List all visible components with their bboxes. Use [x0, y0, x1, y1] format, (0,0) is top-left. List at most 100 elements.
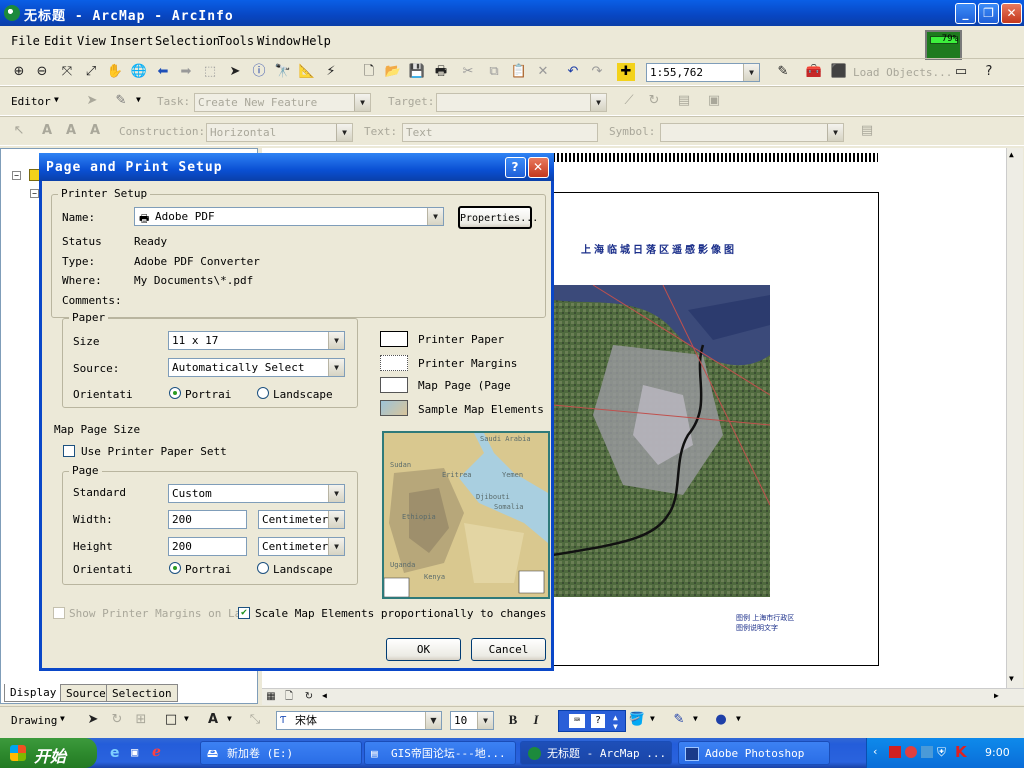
- width-unit-dropdown[interactable]: Centimeters ▼: [258, 510, 345, 529]
- height-unit-dropdown[interactable]: Centimeters ▼: [258, 537, 345, 556]
- cancel-button[interactable]: Cancel: [471, 638, 546, 661]
- rectangle-tool-icon[interactable]: □: [162, 711, 180, 729]
- edit-vertices-icon[interactable]: ⤡: [246, 711, 264, 729]
- line-color-icon[interactable]: ✎: [670, 711, 688, 729]
- attributes-icon[interactable]: ▤: [675, 92, 693, 110]
- menu-view[interactable]: View: [77, 34, 106, 48]
- dialog-close-button[interactable]: ✕: [528, 157, 549, 178]
- arctoolbox-icon[interactable]: 🧰: [805, 63, 823, 81]
- desktop-icon[interactable]: ▣: [131, 745, 138, 759]
- rotate-tool-icon[interactable]: ↻: [645, 92, 663, 110]
- chevron-down-icon[interactable]: ▼: [328, 359, 344, 376]
- chevron-down-icon[interactable]: ▼: [328, 511, 344, 528]
- font-dropdown[interactable]: Ƭ 宋体 ▼: [276, 711, 442, 730]
- bold-button[interactable]: B: [504, 711, 522, 729]
- ok-button[interactable]: OK: [386, 638, 461, 661]
- chevron-down-icon[interactable]: ▼: [590, 94, 606, 111]
- ime-help-icon[interactable]: ?: [591, 714, 605, 728]
- paper-size-dropdown[interactable]: 11 x 17 ▼: [168, 331, 345, 350]
- standard-dropdown[interactable]: Custom ▼: [168, 484, 345, 503]
- sketch-pencil-icon[interactable]: ✎: [112, 92, 130, 110]
- zoom-out-icon[interactable]: ⊖: [33, 63, 51, 81]
- properties-button[interactable]: Properties...: [458, 206, 538, 229]
- add-data-icon[interactable]: ✚: [617, 63, 635, 81]
- menu-window[interactable]: Window: [257, 34, 300, 48]
- horizontal-text-icon[interactable]: A: [38, 122, 56, 140]
- taskbar-item-forum[interactable]: ▤ GIS帝国论坛---地...: [364, 741, 516, 765]
- map-scale-box[interactable]: 1:55,762 ▼: [646, 63, 760, 82]
- ie-icon[interactable]: e: [110, 745, 120, 761]
- pan-hand-icon[interactable]: ✋: [106, 63, 124, 81]
- refresh-icon[interactable]: ↻: [300, 688, 318, 706]
- tray-icon-1[interactable]: [889, 746, 901, 758]
- keyboard-icon[interactable]: ⌨: [569, 714, 585, 728]
- find-binoculars-icon[interactable]: 🔭: [274, 63, 292, 81]
- undo-icon[interactable]: ↶: [564, 63, 582, 81]
- chevron-down-icon[interactable]: ▼: [827, 124, 843, 141]
- scroll-right-icon[interactable]: ▶: [994, 691, 999, 700]
- text-tool-icon[interactable]: A: [204, 711, 222, 729]
- save-icon[interactable]: 💾: [408, 63, 426, 81]
- italic-button[interactable]: I: [527, 711, 545, 729]
- scale-map-elements-checkbox[interactable]: ✔: [238, 607, 250, 619]
- cut-icon[interactable]: ✂: [459, 63, 477, 81]
- open-folder-icon[interactable]: 📂: [384, 63, 402, 81]
- menu-tools[interactable]: Tools: [218, 34, 254, 48]
- task-dropdown[interactable]: Create New Feature ▼: [194, 93, 371, 112]
- landscape2-radio[interactable]: [257, 562, 269, 574]
- chevron-down-icon[interactable]: ▼: [328, 538, 344, 555]
- select-elements-icon[interactable]: ⬚: [201, 63, 219, 81]
- tray-icon-3[interactable]: [921, 746, 933, 758]
- text-input[interactable]: Text: [402, 123, 598, 142]
- ime-toolbar[interactable]: ⌨ ? ▲ ▼: [558, 710, 626, 732]
- fixed-zoom-in-icon[interactable]: ⤧: [58, 63, 76, 81]
- print-icon[interactable]: 🖶: [432, 63, 450, 81]
- start-button[interactable]: 开始: [0, 738, 97, 768]
- redo-icon[interactable]: ↷: [588, 63, 606, 81]
- measure-icon[interactable]: 📐: [298, 63, 316, 81]
- annotation-edit-icon[interactable]: ↖: [10, 122, 28, 140]
- rotate-element-icon[interactable]: ↻: [108, 711, 126, 729]
- layout-view-icon[interactable]: ▦: [262, 688, 280, 706]
- ime-arrows-icon[interactable]: ▲ ▼: [613, 713, 618, 731]
- whats-this-help-icon[interactable]: ?: [980, 63, 998, 81]
- target-dropdown[interactable]: ▼: [436, 93, 607, 112]
- data-view-icon[interactable]: 🗋: [280, 688, 298, 706]
- antivirus-k-icon[interactable]: K: [955, 743, 967, 761]
- fill-color-icon[interactable]: 🪣: [628, 711, 646, 729]
- chevron-down-icon[interactable]: ▼: [477, 712, 493, 729]
- editor-chevron-down-icon[interactable]: ▼: [54, 95, 59, 104]
- select-pointer-icon[interactable]: ➤: [226, 63, 244, 81]
- show-printer-margins-checkbox[interactable]: [53, 607, 65, 619]
- construction-dropdown[interactable]: Horizontal ▼: [206, 123, 353, 142]
- taskbar-item-photoshop[interactable]: Adobe Photoshop: [678, 741, 830, 765]
- split-tool-icon[interactable]: ⟋: [620, 92, 638, 110]
- zoom-to-selected-icon[interactable]: ⊞: [132, 711, 150, 729]
- horizontal-scrollbar[interactable]: ▦ 🗋 ↻ ◀ ▶: [262, 688, 1024, 705]
- portrait2-radio[interactable]: [169, 562, 181, 574]
- marker-chevron-down-icon[interactable]: ▼: [736, 714, 741, 723]
- scroll-up-icon[interactable]: ▲: [1009, 150, 1014, 159]
- menu-insert[interactable]: Insert: [110, 34, 153, 48]
- follow-feature-icon[interactable]: A: [86, 122, 104, 140]
- chevron-down-icon[interactable]: ▼: [328, 332, 344, 349]
- scroll-down-icon[interactable]: ▼: [1009, 674, 1014, 683]
- chevron-down-icon[interactable]: ▼: [328, 485, 344, 502]
- new-document-icon[interactable]: 🗋: [360, 63, 378, 81]
- editor-toolbar-icon[interactable]: ✎: [774, 63, 792, 81]
- editor-menu[interactable]: Editor: [11, 95, 51, 108]
- paper-source-dropdown[interactable]: Automatically Select ▼: [168, 358, 345, 377]
- edit-tool-icon[interactable]: ➤: [83, 92, 101, 110]
- close-button[interactable]: ✕: [1001, 3, 1022, 24]
- width-input[interactable]: 200: [168, 510, 247, 529]
- annotation-properties-icon[interactable]: ▤: [858, 122, 876, 140]
- chevron-down-icon[interactable]: ▼: [743, 64, 759, 81]
- chevron-down-icon[interactable]: ▼: [425, 712, 441, 729]
- height-input[interactable]: 200: [168, 537, 247, 556]
- hyperlink-lightning-icon[interactable]: ⚡: [322, 63, 340, 81]
- tab-display[interactable]: Display: [4, 684, 63, 702]
- maximize-button[interactable]: ❐: [978, 3, 999, 24]
- symbol-dropdown[interactable]: ▼: [660, 123, 844, 142]
- menu-edit[interactable]: Edit: [44, 34, 73, 48]
- shield-icon[interactable]: ⛨: [937, 745, 946, 760]
